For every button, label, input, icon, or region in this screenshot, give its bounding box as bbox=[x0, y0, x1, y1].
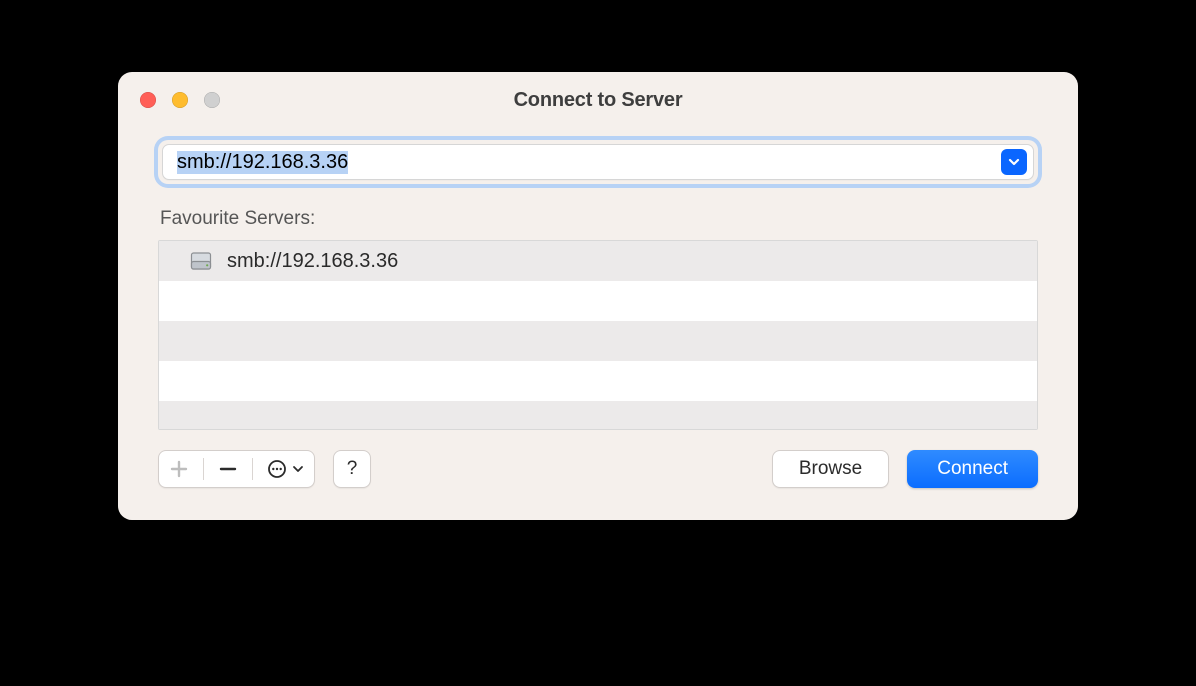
minus-icon bbox=[218, 459, 238, 479]
connect-button[interactable]: Connect bbox=[907, 450, 1038, 488]
titlebar[interactable]: Connect to Server bbox=[118, 72, 1078, 128]
list-item bbox=[159, 321, 1037, 361]
zoom-icon[interactable] bbox=[204, 92, 220, 108]
favourite-servers-list: smb://192.168.3.36 bbox=[158, 240, 1038, 430]
favourite-servers-label: Favourite Servers: bbox=[160, 208, 1038, 230]
list-item bbox=[159, 361, 1037, 401]
action-menu-button[interactable] bbox=[267, 459, 304, 479]
favourite-row[interactable]: smb://192.168.3.36 bbox=[159, 241, 1037, 281]
minimize-icon[interactable] bbox=[172, 92, 188, 108]
window-title: Connect to Server bbox=[514, 89, 683, 112]
server-address-input[interactable] bbox=[177, 151, 1001, 174]
server-address-field[interactable] bbox=[162, 144, 1034, 180]
connect-to-server-window: Connect to Server Favourite Servers: bbox=[118, 72, 1078, 520]
help-icon: ? bbox=[347, 458, 358, 480]
disk-volume-icon bbox=[189, 249, 213, 273]
dialog-toolbar: ? Browse Connect bbox=[158, 450, 1038, 488]
server-address-focus-ring bbox=[158, 140, 1038, 184]
ellipsis-circle-icon bbox=[267, 459, 287, 479]
segment-divider bbox=[203, 458, 204, 480]
browse-button[interactable]: Browse bbox=[772, 450, 889, 488]
segment-divider bbox=[252, 458, 253, 480]
window-content: Favourite Servers: smb://192.168.3.36 bbox=[118, 128, 1078, 520]
list-item bbox=[159, 401, 1037, 429]
favourite-row-label: smb://192.168.3.36 bbox=[227, 250, 398, 273]
list-edit-segment bbox=[158, 450, 315, 488]
close-icon[interactable] bbox=[140, 92, 156, 108]
recent-servers-disclosure[interactable] bbox=[1001, 149, 1027, 175]
plus-icon bbox=[169, 459, 189, 479]
chevron-down-icon bbox=[1007, 155, 1021, 169]
remove-button[interactable] bbox=[218, 459, 238, 479]
help-button[interactable]: ? bbox=[333, 450, 371, 488]
list-item bbox=[159, 281, 1037, 321]
chevron-down-icon bbox=[292, 463, 304, 475]
add-button[interactable] bbox=[169, 459, 189, 479]
traffic-lights bbox=[140, 72, 220, 128]
